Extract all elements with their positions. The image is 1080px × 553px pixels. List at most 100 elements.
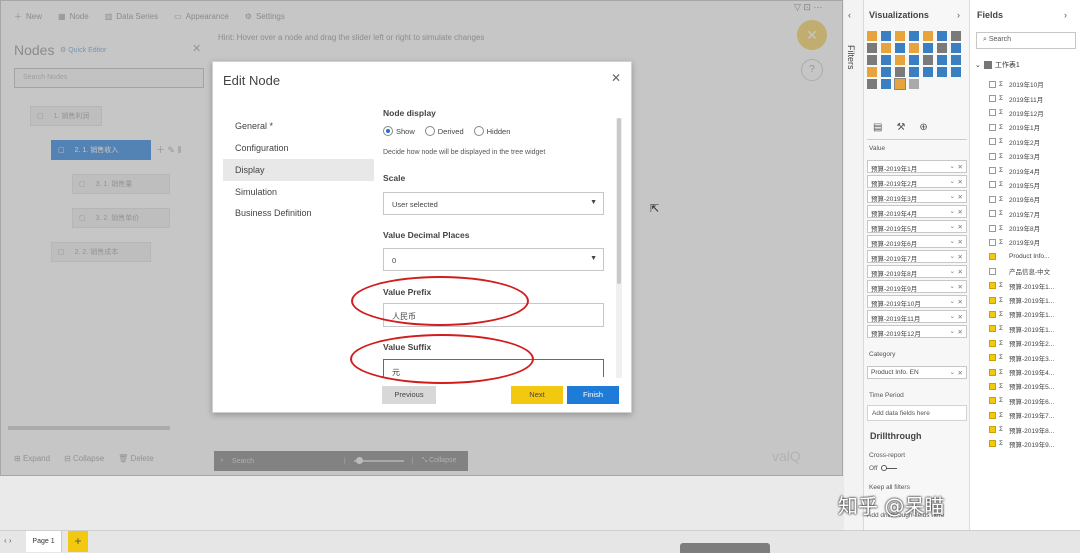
field-item[interactable]: Σ 2019年4月 <box>989 163 1075 177</box>
funnel-icon[interactable] <box>937 43 947 53</box>
remove-icon[interactable]: ✕ <box>958 313 963 321</box>
clustered-column-icon[interactable] <box>909 31 919 41</box>
clustered-bar-icon[interactable] <box>895 31 905 41</box>
python-visual-icon[interactable] <box>951 67 961 77</box>
nav-general[interactable]: General * <box>223 115 374 137</box>
finish-button[interactable]: Finish <box>567 386 619 404</box>
chevron-down-icon[interactable]: ⌄ <box>950 207 955 215</box>
field-item[interactable]: Σ 2019年5月 <box>989 178 1075 192</box>
add-page-button[interactable]: + <box>68 531 88 552</box>
remove-icon[interactable]: ✕ <box>958 369 963 377</box>
remove-icon[interactable]: ✕ <box>958 223 963 231</box>
field-item[interactable]: Σ 2019年1月 <box>989 120 1075 134</box>
field-item[interactable]: Product Info... <box>989 250 1075 264</box>
nav-business-definition[interactable]: Business Definition <box>223 203 374 223</box>
remove-icon[interactable]: ✕ <box>958 178 963 186</box>
slicer-icon[interactable] <box>909 67 919 77</box>
100-bar-icon[interactable] <box>923 31 933 41</box>
more-visuals-icon[interactable] <box>909 79 919 89</box>
checkbox-icon[interactable] <box>989 368 996 376</box>
well-field[interactable]: 预算-2019年7月 ⌄ ✕ <box>867 250 967 263</box>
decimal-places-select[interactable]: 0 ▼ <box>383 248 604 271</box>
field-item[interactable]: Σ 2019年2月 <box>989 135 1075 149</box>
scale-select[interactable]: User selected ▼ <box>383 192 604 215</box>
decomposition-icon[interactable] <box>881 79 891 89</box>
checkbox-icon[interactable] <box>989 426 996 434</box>
fields-tab-icon[interactable]: ▤ <box>873 122 882 133</box>
checkbox-icon[interactable] <box>989 210 996 218</box>
cross-report-toggle[interactable]: Off <box>869 465 897 472</box>
chevron-down-icon[interactable]: ⌄ <box>950 162 955 170</box>
filters-pane-collapsed[interactable] <box>844 0 864 530</box>
chevron-down-icon[interactable]: ⌄ <box>950 327 955 335</box>
field-item[interactable]: Σ 2019年7月 <box>989 207 1075 221</box>
field-item[interactable]: Σ 预算-2019年9... <box>989 437 1075 451</box>
fields-search-input[interactable]: ⌕ Search <box>976 32 1076 49</box>
filled-map-icon[interactable] <box>923 55 933 65</box>
checkbox-icon[interactable] <box>989 440 996 448</box>
chevron-right-icon[interactable]: › <box>1064 10 1067 20</box>
format-paint-icon[interactable]: ⚒ <box>896 122 905 133</box>
remove-icon[interactable]: ✕ <box>958 238 963 246</box>
gauge-icon[interactable] <box>951 55 961 65</box>
field-item[interactable]: Σ 2019年10月 <box>989 77 1075 91</box>
well-field[interactable]: 预算-2019年4月 ⌄ ✕ <box>867 205 967 218</box>
checkbox-icon[interactable] <box>989 138 996 146</box>
chevron-down-icon[interactable]: ⌄ <box>950 368 955 376</box>
well-field[interactable]: 预算-2019年8月 ⌄ ✕ <box>867 265 967 278</box>
field-item[interactable]: Σ 预算-2019年4... <box>989 365 1075 379</box>
pie-icon[interactable] <box>867 55 877 65</box>
remove-icon[interactable]: ✕ <box>958 298 963 306</box>
chevron-down-icon[interactable]: ⌄ <box>950 192 955 200</box>
checkbox-icon[interactable] <box>989 339 996 347</box>
chevron-down-icon[interactable]: ⌄ <box>950 312 955 320</box>
checkbox-icon[interactable] <box>989 382 996 390</box>
field-item[interactable]: Σ 预算-2019年5... <box>989 379 1075 393</box>
checkbox-icon[interactable] <box>989 109 996 117</box>
radio-show[interactable]: Show <box>383 126 415 136</box>
time-period-drop-zone[interactable]: Add data fields here <box>867 405 967 421</box>
kpi-icon[interactable] <box>895 67 905 77</box>
checkbox-icon[interactable] <box>989 224 996 232</box>
radio-hidden[interactable]: Hidden <box>473 126 510 136</box>
checkbox-icon[interactable] <box>989 238 996 246</box>
treemap-icon[interactable] <box>895 55 905 65</box>
chevron-down-icon[interactable]: ⌄ <box>950 177 955 185</box>
checkbox-icon[interactable] <box>989 152 996 160</box>
remove-icon[interactable]: ✕ <box>958 328 963 336</box>
well-field[interactable]: Product Info. EN ⌄ ✕ <box>867 366 967 379</box>
valq-visual-icon[interactable] <box>894 78 906 90</box>
page-nav-arrows[interactable]: ‹ › <box>4 536 12 545</box>
field-item[interactable]: Σ 2019年12月 <box>989 106 1075 120</box>
ribbon-icon[interactable] <box>909 43 919 53</box>
line-column-icon[interactable] <box>895 43 905 53</box>
waterfall-icon[interactable] <box>923 43 933 53</box>
taskbar-icons[interactable] <box>680 543 770 553</box>
remove-icon[interactable]: ✕ <box>958 253 963 261</box>
area-chart-icon[interactable] <box>867 43 877 53</box>
key-influencers-icon[interactable] <box>867 79 877 89</box>
chevron-left-icon[interactable]: ‹ <box>848 10 851 20</box>
dialog-scrollbar-thumb[interactable] <box>617 118 621 284</box>
next-button[interactable]: Next <box>511 386 563 404</box>
nav-display[interactable]: Display <box>223 159 374 181</box>
field-item[interactable]: Σ 预算-2019年6... <box>989 394 1075 408</box>
field-item[interactable]: Σ 2019年6月 <box>989 192 1075 206</box>
well-field[interactable]: 预算-2019年1月 ⌄ ✕ <box>867 160 967 173</box>
chevron-down-icon[interactable]: ⌄ <box>950 282 955 290</box>
field-item[interactable]: Σ 2019年8月 <box>989 221 1075 235</box>
chevron-down-icon[interactable]: ⌄ <box>950 297 955 305</box>
line-chart-icon[interactable] <box>951 31 961 41</box>
well-field[interactable]: 预算-2019年10月 ⌄ ✕ <box>867 295 967 308</box>
field-item[interactable]: Σ 预算-2019年3... <box>989 350 1075 364</box>
page-tab[interactable]: Page 1 <box>26 531 62 552</box>
checkbox-icon[interactable] <box>989 325 996 333</box>
field-item[interactable]: Σ 预算-2019年1... <box>989 278 1075 292</box>
filters-label[interactable]: Filters <box>846 45 856 70</box>
field-item[interactable]: Σ 预算-2019年8... <box>989 422 1075 436</box>
stacked-area-icon[interactable] <box>881 43 891 53</box>
checkbox-icon[interactable] <box>989 95 996 103</box>
chevron-down-icon[interactable]: ⌄ <box>950 222 955 230</box>
chevron-down-icon[interactable]: ⌄ <box>950 267 955 275</box>
well-field[interactable]: 预算-2019年11月 ⌄ ✕ <box>867 310 967 323</box>
